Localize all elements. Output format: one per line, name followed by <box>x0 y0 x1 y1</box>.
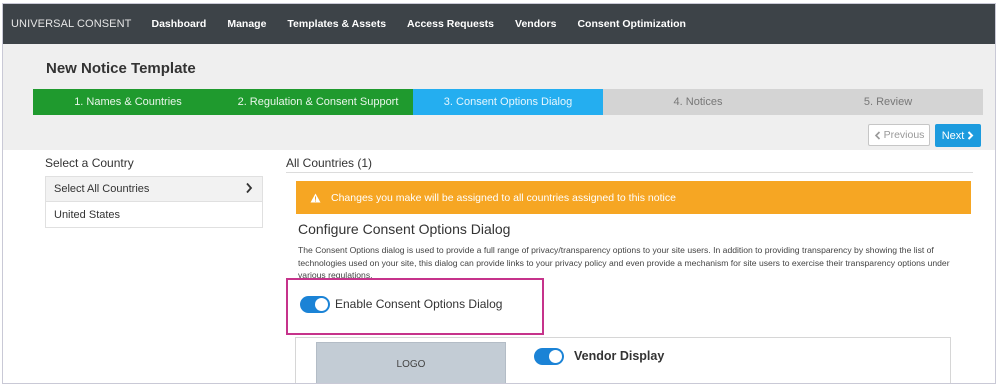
logo-placeholder: LOGO <box>316 342 506 383</box>
step-review[interactable]: 5. Review <box>793 89 983 115</box>
chevron-left-icon <box>874 130 880 140</box>
dialog-preview: LOGO Vendor Display <box>295 337 951 383</box>
nav-manage[interactable]: Manage <box>227 18 266 30</box>
highlight-annotation <box>286 278 544 335</box>
nav-consent-optimization[interactable]: Consent Optimization <box>577 18 686 30</box>
divider <box>286 172 973 173</box>
toggle-knob <box>549 350 562 363</box>
step-notices[interactable]: 4. Notices <box>603 89 793 115</box>
page-header: New Notice Template 1. Names & Countries… <box>3 44 995 150</box>
page-title: New Notice Template <box>46 60 196 77</box>
chevron-right-icon <box>968 131 974 140</box>
warning-banner: Changes you make will be assigned to all… <box>296 181 971 214</box>
vendor-display-toggle[interactable] <box>534 348 564 365</box>
next-button-label: Next <box>941 129 965 142</box>
country-list: Select All Countries United States <box>45 176 263 228</box>
country-item-label: United States <box>54 208 121 221</box>
next-button[interactable]: Next <box>935 124 981 147</box>
nav-vendors[interactable]: Vendors <box>515 18 556 30</box>
app-window: UNIVERSAL CONSENT Dashboard Manage Templ… <box>2 3 996 384</box>
warning-text: Changes you make will be assigned to all… <box>331 191 676 204</box>
step-regulation-consent[interactable]: 2. Regulation & Consent Support <box>223 89 413 115</box>
step-names-countries[interactable]: 1. Names & Countries <box>33 89 223 115</box>
warning-triangle-icon <box>310 193 321 203</box>
section-description: The Consent Options dialog is used to pr… <box>298 245 950 280</box>
country-item-label: Select All Countries <box>54 183 150 195</box>
nav-access-requests[interactable]: Access Requests <box>407 18 494 30</box>
previous-button-label: Previous <box>883 129 925 141</box>
previous-button[interactable]: Previous <box>868 124 930 146</box>
country-item-united-states[interactable]: United States <box>46 202 262 227</box>
nav-templates-assets[interactable]: Templates & Assets <box>287 18 386 30</box>
vendor-display-label: Vendor Display <box>574 349 665 363</box>
section-title: Configure Consent Options Dialog <box>298 221 511 237</box>
top-navigation: UNIVERSAL CONSENT Dashboard Manage Templ… <box>3 4 995 44</box>
country-item-select-all[interactable]: Select All Countries <box>46 177 262 202</box>
brand-label: UNIVERSAL CONSENT <box>11 18 132 30</box>
wizard-steps: 1. Names & Countries 2. Regulation & Con… <box>33 89 983 115</box>
country-list-title: Select a Country <box>45 156 134 170</box>
logo-label: LOGO <box>396 358 426 370</box>
all-countries-header: All Countries (1) <box>286 156 373 170</box>
chevron-right-icon <box>246 182 253 194</box>
step-consent-options-dialog[interactable]: 3. Consent Options Dialog <box>413 89 603 115</box>
nav-dashboard[interactable]: Dashboard <box>151 18 206 30</box>
